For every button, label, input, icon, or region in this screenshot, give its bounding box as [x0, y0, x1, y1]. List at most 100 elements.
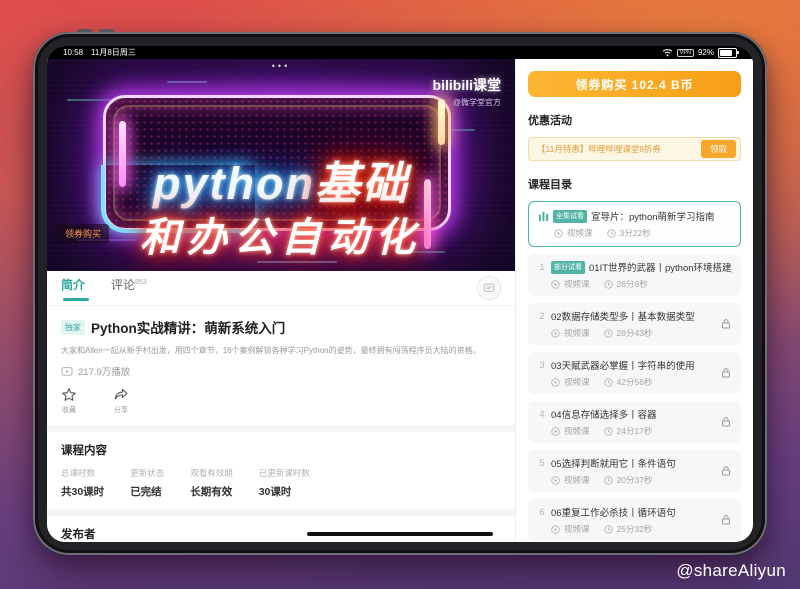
tab-intro[interactable]: 简介 [61, 276, 85, 301]
clock-icon [604, 525, 613, 534]
episode-duration: 3分22秒 [620, 227, 651, 239]
channel-logo: bilibili课堂 @微学堂官方 [433, 75, 501, 108]
stat-value: 30课时 [259, 484, 310, 499]
channel-handle: @微学堂官方 [433, 97, 501, 108]
clock-time: 10:58 [63, 48, 83, 57]
episode-title: 宣导片：python萌新学习指南 [591, 209, 715, 223]
battery-icon [718, 48, 737, 58]
video-player[interactable]: python基础 和办公自动化 ••• bilibili课堂 @微学堂官方 领券… [47, 59, 515, 271]
play-circle-icon [551, 329, 560, 338]
course-stats: 总课时数 共30课时 更新状态 已完结 观看有效期 长期有效 [61, 467, 501, 499]
stat-updated: 已更新课时数 30课时 [259, 467, 310, 499]
episode-duration: 25分32秒 [617, 523, 653, 535]
episode-type: 视频课 [567, 227, 593, 239]
coupon-text: 【11月特惠】哔哩哔哩课堂8折券 [537, 143, 701, 155]
video-coupon-badge[interactable]: 领券购买 [57, 224, 109, 243]
share-icon [113, 387, 129, 403]
star-icon [61, 387, 77, 403]
episode-title: 01IT世界的武器丨python环境搭建_第一个 [589, 260, 732, 274]
volume-button [99, 29, 114, 32]
comments-count: 853 [135, 279, 147, 286]
clock-icon [604, 427, 613, 436]
vpn-badge: VPN [677, 49, 694, 57]
section-divider [47, 509, 515, 516]
battery-percent: 92% [698, 48, 714, 57]
tab-comments[interactable]: 评论853 [111, 276, 147, 301]
stat-validity: 观看有效期 长期有效 [190, 467, 233, 499]
episode-duration: 42分56秒 [617, 376, 653, 388]
status-bar: 10:58 11月8日周三 VPN 92% [47, 46, 753, 59]
episode-duration: 26分8秒 [617, 278, 648, 290]
exclusive-badge: 独家 [61, 320, 85, 335]
episode-list: 全集试看 宣导片：python萌新学习指南 视频课 3分22秒 [528, 201, 741, 542]
episode-row[interactable]: 4 04信息存储选择多丨容器 视频课 24分17秒 [528, 401, 741, 443]
share-button[interactable]: 分享 [113, 387, 129, 415]
episode-index: 6 [537, 507, 547, 518]
claim-coupon-button[interactable]: 领取 [701, 140, 736, 158]
episode-type: 视频课 [564, 327, 590, 339]
episode-title: 06重复工作必杀技丨循环语句 [551, 505, 676, 519]
wifi-icon [662, 48, 673, 57]
clock-icon [607, 229, 616, 238]
content-info-heading: 课程内容 [61, 442, 501, 458]
episode-duration: 28分43秒 [617, 327, 653, 339]
danmaku-toggle[interactable] [477, 276, 501, 300]
stat-label: 已更新课时数 [259, 467, 310, 479]
episode-row[interactable]: 1 部分试看 01IT世界的武器丨python环境搭建_第一个 视频课 26分8… [528, 254, 741, 296]
episode-title: 04信息存储选择多丨容器 [551, 407, 657, 421]
play-circle-icon [551, 476, 560, 485]
favorite-label: 收藏 [62, 405, 76, 415]
watermark: @shareAliyun [676, 561, 786, 581]
course-sidebar: 领券购买 102.4 B币 优惠活动 【11月特惠】哔哩哔哩课堂8折券 领取 课… [515, 59, 753, 542]
play-count-icon [61, 366, 73, 376]
bilibili-logo: bilibili课堂 [433, 75, 501, 95]
episode-type: 视频课 [564, 278, 590, 290]
episode-row[interactable]: 5 05选择判断就用它丨条件语句 视频课 20分37秒 [528, 450, 741, 492]
favorite-button[interactable]: 收藏 [61, 387, 77, 415]
stat-status: 更新状态 已完结 [130, 467, 164, 499]
stat-total: 总课时数 共30课时 [61, 467, 104, 499]
stat-value: 长期有效 [190, 484, 233, 499]
episode-type: 视频课 [564, 376, 590, 388]
episode-row-current[interactable]: 全集试看 宣导片：python萌新学习指南 视频课 3分22秒 [528, 201, 741, 247]
episode-index: 3 [537, 360, 547, 371]
stat-value: 已完结 [130, 484, 164, 499]
episode-row[interactable]: 6 06重复工作必杀技丨循环语句 视频课 25分32秒 [528, 499, 741, 541]
stat-value: 共30课时 [61, 484, 104, 499]
status-date: 11月8日周三 [91, 47, 136, 58]
tablet-screen: 10:58 11月8日周三 VPN 92% [47, 46, 753, 542]
episode-type: 视频课 [564, 474, 590, 486]
lock-icon [720, 514, 732, 526]
play-circle-icon [554, 229, 563, 238]
episode-title: 02数据存储类型多丨基本数据类型 [551, 309, 695, 323]
share-label: 分享 [114, 405, 128, 415]
coupon-banner[interactable]: 【11月特惠】哔哩哔哩课堂8折券 领取 [528, 137, 741, 161]
episode-row[interactable]: 2 02数据存储类型多丨基本数据类型 视频课 28分43秒 [528, 303, 741, 345]
neon-title-line2: 和办公自动化 [47, 205, 515, 263]
course-description: 大家和Allen一起从新手村出发，用四个章节，16个案例解锁各种学习Python… [61, 345, 501, 356]
episode-index: 5 [537, 458, 547, 469]
episode-row[interactable]: 3 03天赋武器必掌握丨字符串的使用 视频课 42分56秒 [528, 352, 741, 394]
play-circle-icon [551, 378, 560, 387]
play-circle-icon [551, 427, 560, 436]
episode-index: 4 [537, 409, 547, 420]
home-indicator[interactable] [307, 532, 493, 536]
now-playing-icon [538, 211, 549, 222]
trial-badge: 部分试看 [551, 261, 585, 274]
episode-type: 视频课 [564, 425, 590, 437]
view-count: 217.9万播放 [78, 364, 130, 378]
stat-label: 总课时数 [61, 467, 104, 479]
catalog-heading: 课程目录 [528, 176, 741, 192]
play-circle-icon [551, 525, 560, 534]
episode-duration: 20分37秒 [617, 474, 653, 486]
buy-button[interactable]: 领券购买 102.4 B币 [528, 71, 741, 97]
photo-background: 10:58 11月8日周三 VPN 92% [0, 0, 800, 589]
danmaku-icon [483, 282, 495, 294]
tablet-device: 10:58 11月8日周三 VPN 92% [33, 32, 767, 555]
player-more-icon[interactable]: ••• [272, 61, 290, 71]
clock-icon [604, 280, 613, 289]
tab-comments-label: 评论 [111, 278, 135, 292]
neon-text-jichu: 基础 [315, 158, 409, 209]
course-title: Python实战精讲：萌新系统入门 [91, 317, 285, 337]
lock-icon [720, 465, 732, 477]
